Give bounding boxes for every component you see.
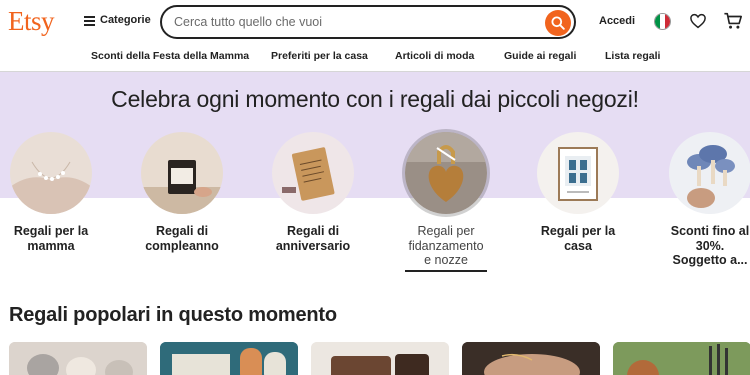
signin-link[interactable]: Accedi — [599, 15, 635, 27]
selected-category-underline — [405, 270, 487, 272]
category-nav: Sconti della Festa della Mamma Preferiti… — [0, 42, 750, 72]
cart-icon[interactable] — [723, 12, 743, 30]
product-image — [311, 342, 449, 375]
header: Etsy Categorie Accedi — [0, 0, 750, 42]
category-label: Regali per la casa — [540, 224, 616, 253]
product-image — [613, 342, 750, 375]
etsy-logo[interactable]: Etsy — [8, 6, 55, 37]
category-image — [10, 132, 92, 214]
category-image — [669, 132, 750, 214]
italy-flag-icon[interactable] — [654, 13, 671, 30]
hero-title: Celebra ogni momento con i regali dai pi… — [111, 86, 639, 112]
category-label: Regali per la mamma — [13, 224, 89, 253]
category-image — [405, 132, 487, 214]
popular-section-title: Regali popolari in questo momento — [9, 304, 337, 326]
search-button[interactable] — [545, 10, 571, 36]
nav-item-fashion[interactable]: Articoli di moda — [395, 50, 474, 62]
search-bar — [160, 5, 576, 39]
product-card[interactable] — [311, 342, 449, 375]
category-label: Sconti fino al 30%. Soggetto a... — [670, 224, 750, 267]
product-card[interactable] — [462, 342, 600, 375]
nav-item-gift-guides[interactable]: Guide ai regali — [504, 50, 576, 62]
category-label: Regali di anniversario — [275, 224, 351, 253]
categories-button[interactable]: Categorie — [84, 14, 151, 26]
search-input[interactable] — [174, 13, 534, 31]
product-card[interactable] — [613, 342, 750, 375]
search-icon — [551, 16, 565, 30]
nav-item-gift-registry[interactable]: Lista regali — [605, 50, 660, 62]
category-label: Regali di compleanno — [145, 224, 219, 253]
category-image — [272, 132, 354, 214]
categories-label: Categorie — [100, 14, 151, 26]
product-image — [9, 342, 147, 375]
nav-item-home-favorites[interactable]: Preferiti per la casa — [271, 50, 368, 62]
category-image — [537, 132, 619, 214]
product-card[interactable] — [160, 342, 298, 375]
heart-icon[interactable] — [689, 12, 707, 30]
product-image — [462, 342, 600, 375]
category-image — [141, 132, 223, 214]
nav-item-mothers-day-sale[interactable]: Sconti della Festa della Mamma — [91, 50, 249, 62]
menu-icon — [84, 15, 95, 26]
category-label: Regali per fidanzamento e nozze — [408, 224, 484, 267]
product-card[interactable] — [9, 342, 147, 375]
product-image — [160, 342, 298, 375]
